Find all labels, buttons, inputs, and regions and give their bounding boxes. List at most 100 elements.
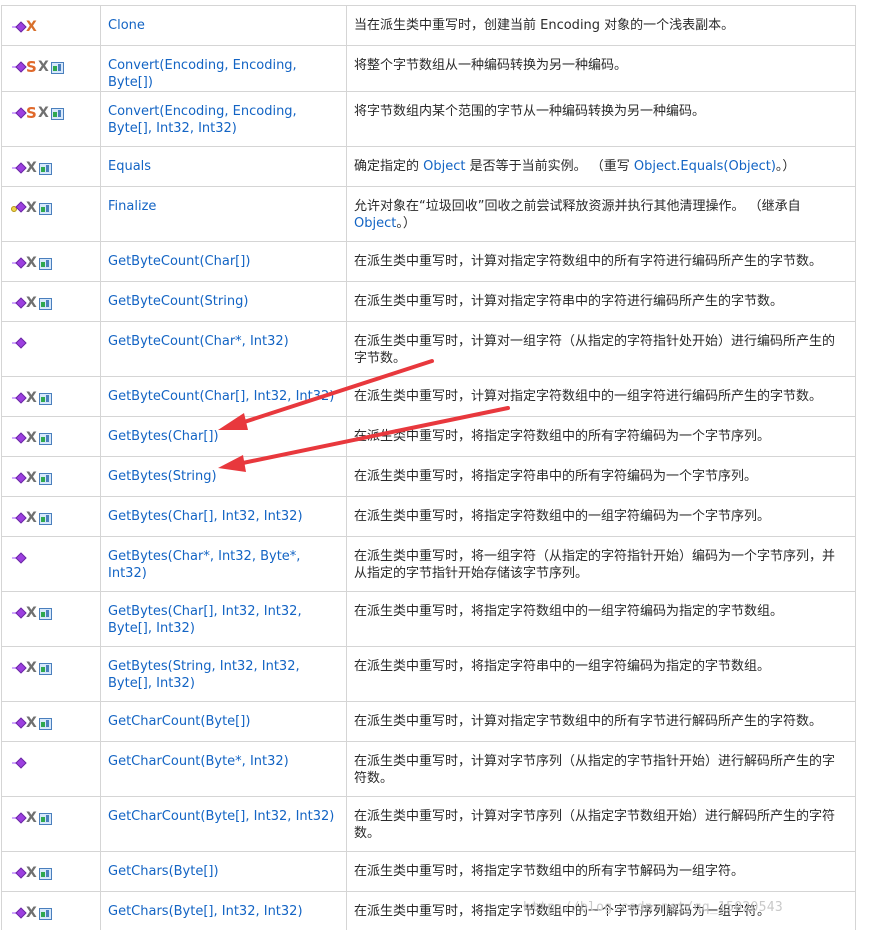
xna-framework-icon xyxy=(38,717,52,730)
name-cell: GetByteCount(Char[]) xyxy=(100,241,347,282)
name-cell: GetCharCount(Byte*, Int32) xyxy=(100,741,347,797)
method-link[interactable]: Convert(Encoding, Encoding, Byte[], Int3… xyxy=(108,104,297,136)
public-method-icon xyxy=(11,297,25,309)
icon-cell: X xyxy=(1,416,101,457)
compact-framework-icon: X xyxy=(26,430,37,446)
name-cell: GetByteCount(String) xyxy=(100,281,347,322)
member-icons: X xyxy=(11,905,100,921)
xna-framework-icon xyxy=(38,202,52,215)
name-cell: GetByteCount(Char*, Int32) xyxy=(100,321,347,377)
member-icons: X xyxy=(11,390,100,406)
member-icons: X xyxy=(11,160,100,176)
public-method-icon xyxy=(11,552,25,564)
compact-framework-icon: X xyxy=(26,865,37,881)
name-cell: GetChars(Byte[], Int32, Int32) xyxy=(100,891,347,930)
description-cell: 将字节数组内某个范围的字节从一种编码转换为另一种编码。 xyxy=(346,91,856,147)
methods-table: X Clone 当在派生类中重写时，创建当前 Encoding 对象的一个浅表副本。… xyxy=(1,5,856,930)
description-text: 在派生类中重写时，将指定字符数组中的所有字符编码为一个字节序列。 xyxy=(354,429,771,444)
xna-framework-icon xyxy=(38,662,52,675)
static-icon: S xyxy=(26,58,37,76)
public-method-icon xyxy=(11,717,25,729)
type-link[interactable]: Object xyxy=(354,216,396,231)
table-row: X GetCharCount(Byte[], Int32, Int32) 在派生类中… xyxy=(1,796,856,852)
icon-cell: X xyxy=(1,646,101,702)
member-icons: X xyxy=(11,19,100,35)
xna-framework-icon xyxy=(38,392,52,405)
method-link[interactable]: Clone xyxy=(108,18,145,33)
name-cell: GetByteCount(Char[], Int32, Int32) xyxy=(100,376,347,417)
public-method-icon xyxy=(11,107,25,119)
description-cell: 在派生类中重写时，计算对一组字符（从指定的字符指针处开始）进行编码所产生的字节数… xyxy=(346,321,856,377)
name-cell: Convert(Encoding, Encoding, Byte[], Int3… xyxy=(100,91,347,147)
method-link[interactable]: Finalize xyxy=(108,199,156,214)
member-icons: X xyxy=(11,865,100,881)
name-cell: Finalize xyxy=(100,186,347,242)
table-row: X GetBytes(Char[], Int32, Int32) 在派生类中重写时，… xyxy=(1,496,856,537)
method-link[interactable]: GetByteCount(Char[], Int32, Int32) xyxy=(108,389,334,404)
method-link[interactable]: GetBytes(String) xyxy=(108,469,217,484)
member-icons: X xyxy=(11,200,100,216)
method-link[interactable]: GetChars(Byte[]) xyxy=(108,864,219,879)
icon-cell: SX xyxy=(1,91,101,147)
icon-cell: SX xyxy=(1,45,101,92)
compact-framework-icon: X xyxy=(26,810,37,826)
method-link[interactable]: GetByteCount(String) xyxy=(108,294,248,309)
method-link[interactable]: GetByteCount(Char*, Int32) xyxy=(108,334,289,349)
xna-framework-icon xyxy=(38,432,52,445)
xna-framework-icon xyxy=(38,297,52,310)
method-link[interactable]: GetByteCount(Char[]) xyxy=(108,254,250,269)
public-method-icon xyxy=(11,757,25,769)
description-text: 。） xyxy=(396,216,416,231)
table-row: X GetBytes(String) 在派生类中重写时，将指定字符串中的所有字符编码… xyxy=(1,456,856,497)
method-link[interactable]: Convert(Encoding, Encoding, Byte[]) xyxy=(108,58,297,90)
type-link[interactable]: Object xyxy=(423,159,465,174)
xna-framework-icon xyxy=(38,907,52,920)
member-icons: X xyxy=(11,810,100,826)
description-cell: 将整个字节数组从一种编码转换为另一种编码。 xyxy=(346,45,856,92)
table-row: GetCharCount(Byte*, Int32) 在派生类中重写时，计算对字节… xyxy=(1,741,856,797)
icon-cell xyxy=(1,741,101,797)
description-text: 将字节数组内某个范围的字节从一种编码转换为另一种编码。 xyxy=(354,104,706,119)
static-icon: S xyxy=(26,104,37,122)
name-cell: GetBytes(Char[], Int32, Int32) xyxy=(100,496,347,537)
icon-cell: X xyxy=(1,591,101,647)
name-cell: GetBytes(String, Int32, Int32, Byte[], I… xyxy=(100,646,347,702)
compact-framework-icon: X xyxy=(26,605,37,621)
type-link[interactable]: Object.Equals(Object) xyxy=(634,159,776,174)
description-text: 在派生类中重写时，将指定字符串中的一组字符编码为指定的字节数组。 xyxy=(354,659,771,674)
method-link[interactable]: GetBytes(Char[], Int32, Int32) xyxy=(108,509,303,524)
method-link[interactable]: Equals xyxy=(108,159,151,174)
table-row: X Equals 确定指定的 Object 是否等于当前实例。 （重写 Object… xyxy=(1,146,856,187)
method-link[interactable]: GetBytes(Char*, Int32, Byte*, Int32) xyxy=(108,549,300,581)
method-link[interactable]: GetBytes(Char[]) xyxy=(108,429,219,444)
xna-framework-icon xyxy=(38,472,52,485)
table-row: X GetCharCount(Byte[]) 在派生类中重写时，计算对指定字节数组中… xyxy=(1,701,856,742)
description-text: 在派生类中重写时，计算对字节序列（从指定的字节指针开始）进行解码所产生的字符数。 xyxy=(354,754,836,786)
xna-framework-icon xyxy=(38,512,52,525)
description-text: 在派生类中重写时，将指定字节数组中的所有字节解码为一组字符。 xyxy=(354,864,745,879)
icon-cell xyxy=(1,536,101,592)
table-row: X GetBytes(Char[], Int32, Int32, Byte[], … xyxy=(1,591,856,647)
method-link[interactable]: GetBytes(Char[], Int32, Int32, Byte[], I… xyxy=(108,604,302,636)
description-text: 是否等于当前实例。 （重写 xyxy=(465,159,634,174)
compact-framework-icon: X xyxy=(26,295,37,311)
compact-framework-icon: X xyxy=(26,19,37,35)
method-link[interactable]: GetCharCount(Byte[]) xyxy=(108,714,250,729)
name-cell: Convert(Encoding, Encoding, Byte[]) xyxy=(100,45,347,92)
member-icons: X xyxy=(11,255,100,271)
member-icons: X xyxy=(11,605,100,621)
method-link[interactable]: GetChars(Byte[], Int32, Int32) xyxy=(108,904,303,919)
icon-cell: X xyxy=(1,456,101,497)
description-text: 在派生类中重写时，计算对一组字符（从指定的字符指针处开始）进行编码所产生的字节数… xyxy=(354,334,836,366)
method-link[interactable]: GetBytes(String, Int32, Int32, Byte[], I… xyxy=(108,659,300,691)
table-row: GetBytes(Char*, Int32, Byte*, Int32) 在派生类… xyxy=(1,536,856,592)
name-cell: GetCharCount(Byte[]) xyxy=(100,701,347,742)
member-icons: X xyxy=(11,510,100,526)
description-cell: 允许对象在“垃圾回收”回收之前尝试释放资源并执行其他清理操作。 （继承自 Obj… xyxy=(346,186,856,242)
icon-cell: X xyxy=(1,281,101,322)
method-link[interactable]: GetCharCount(Byte*, Int32) xyxy=(108,754,289,769)
method-link[interactable]: GetCharCount(Byte[], Int32, Int32) xyxy=(108,809,334,824)
table-row: X GetByteCount(String) 在派生类中重写时，计算对指定字符串中的… xyxy=(1,281,856,322)
description-text: 在派生类中重写时，将指定字符数组中的一组字符编码为一个字节序列。 xyxy=(354,509,771,524)
table-row: S X Convert(Encoding, Encoding, Byte[]) 将整个… xyxy=(1,45,856,92)
